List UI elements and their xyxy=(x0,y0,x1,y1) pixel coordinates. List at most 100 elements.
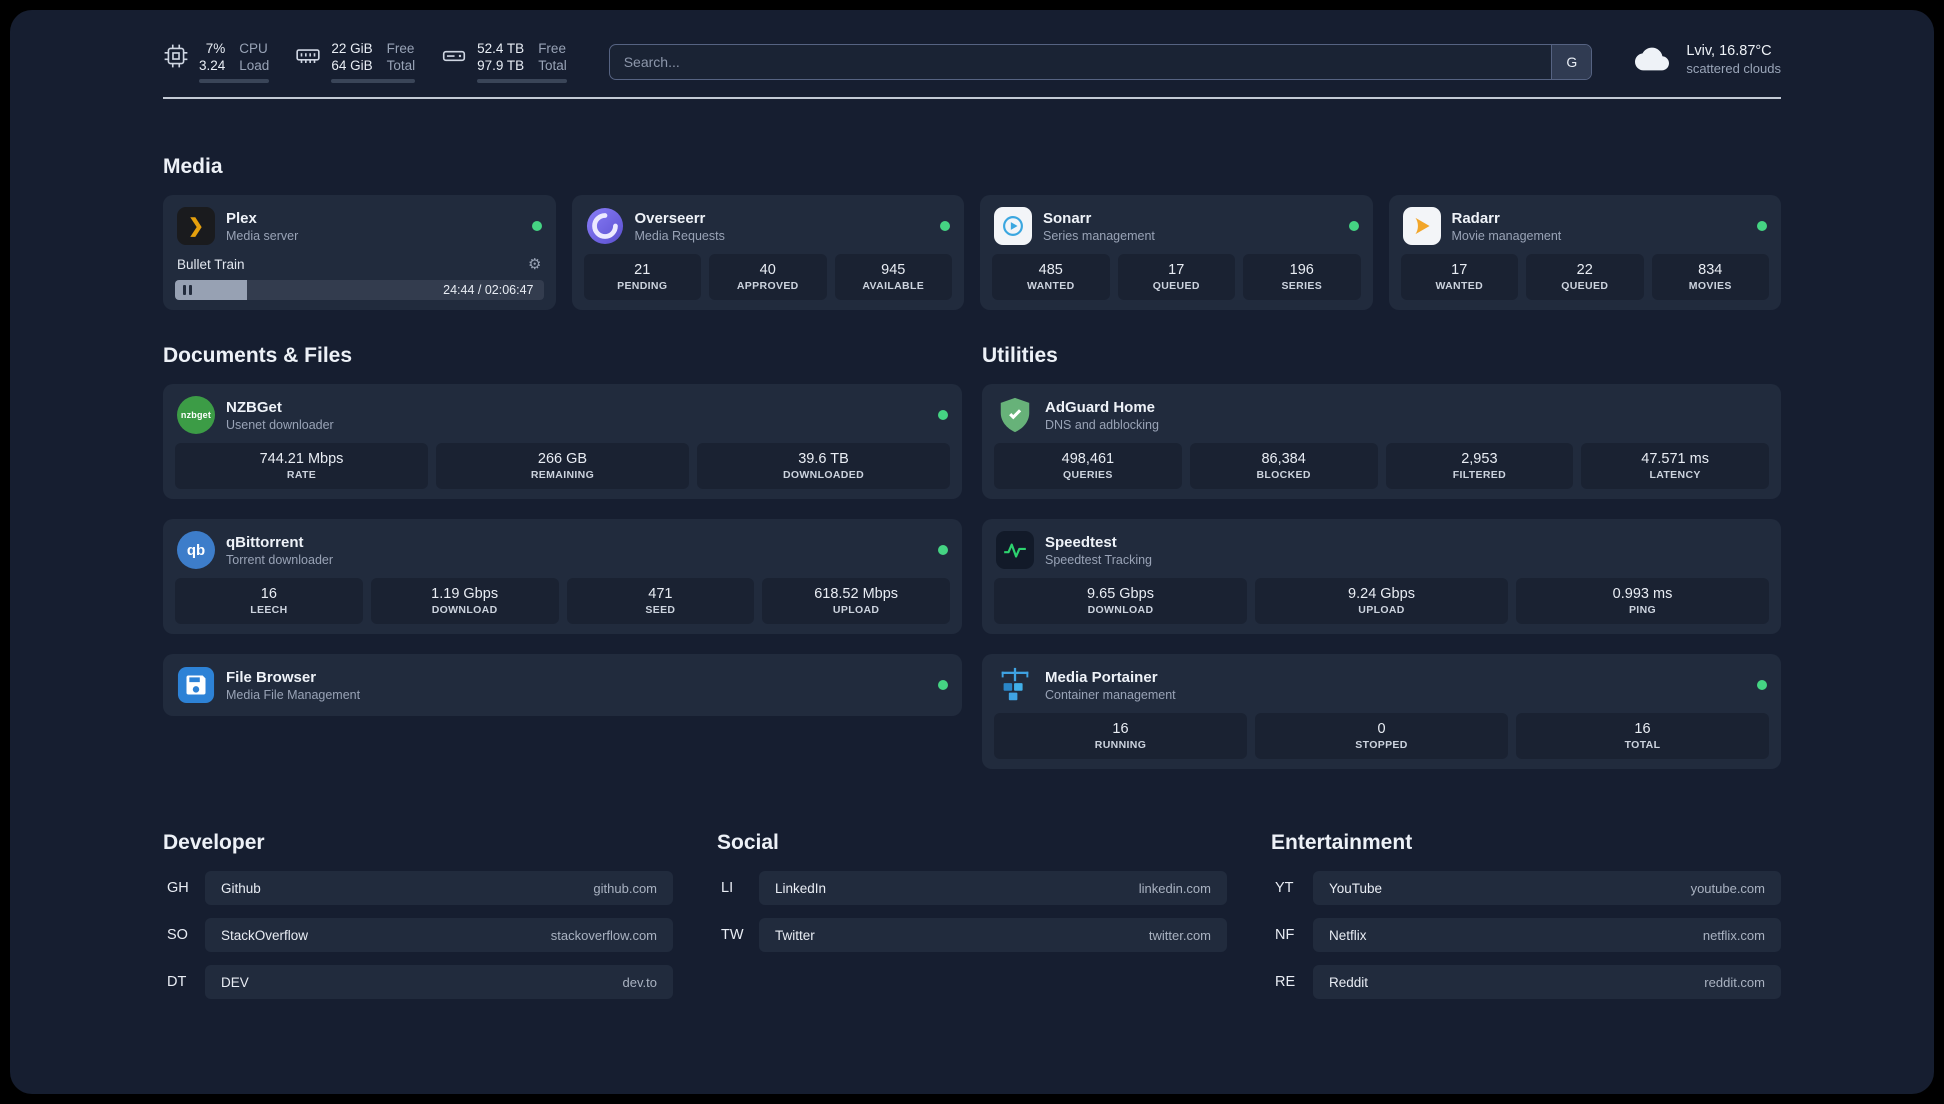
service-subtitle: Torrent downloader xyxy=(226,552,334,567)
bookmark-row: DT DEV dev.to xyxy=(163,965,673,999)
section-title-utilities: Utilities xyxy=(982,344,1058,367)
weather-widget: Lviv, 16.87°C scattered clouds xyxy=(1630,42,1781,76)
nzbget-card[interactable]: nzbget NZBGet Usenet downloader 744.21 M… xyxy=(163,384,962,499)
stat-tile: 1.19 Gbps DOWNLOAD xyxy=(370,578,559,624)
disk-total-label: Total xyxy=(538,58,567,73)
service-subtitle: DNS and adblocking xyxy=(1045,417,1159,432)
memory-free: 22 GiB xyxy=(331,41,373,56)
service-name: qBittorrent xyxy=(226,533,304,551)
qbittorrent-icon: qb xyxy=(177,531,215,569)
radarr-icon xyxy=(1402,207,1441,245)
cpu-percent: 7% xyxy=(205,41,226,56)
stat-tile: 834 MOVIES xyxy=(1651,254,1769,300)
status-dot xyxy=(1757,680,1767,690)
overseerr-icon xyxy=(586,207,624,245)
service-name: Overseerr xyxy=(634,209,706,227)
bookmark-abbr: NF xyxy=(1275,927,1295,943)
service-subtitle: Media Requests xyxy=(634,228,725,243)
stat-tile: 0 STOPPED xyxy=(1255,713,1508,759)
weather-condition: scattered clouds xyxy=(1686,61,1781,76)
bookmark-abbr: TW xyxy=(721,927,744,943)
header-divider xyxy=(163,97,1781,99)
bookmark-link-netflix[interactable]: Netflix netflix.com xyxy=(1313,918,1781,952)
stat-tile: 22 QUEUED xyxy=(1526,254,1644,300)
bookmarks-social: Social LI LinkedIn linkedin.com TW Twitt… xyxy=(717,831,1227,1012)
service-subtitle: Media File Management xyxy=(226,687,361,702)
stat-tile: 39.6 TB DOWNLOADED xyxy=(697,443,950,489)
top-bar: 7% CPU 3.24 Load 22 GiB Free 64 GiB Tota… xyxy=(163,40,1781,83)
portainer-crane-icon xyxy=(996,666,1034,704)
stat-tile: 945 AVAILABLE xyxy=(834,254,952,300)
bookmark-row: SO StackOverflow stackoverflow.com xyxy=(163,918,673,952)
bookmark-link-linkedin[interactable]: LinkedIn linkedin.com xyxy=(759,871,1227,905)
stat-tile: 498,461 QUERIES xyxy=(994,443,1182,489)
portainer-card[interactable]: Media Portainer Container management 16 R… xyxy=(982,654,1781,769)
service-subtitle: Movie management xyxy=(1451,228,1562,243)
section-title-entertainment: Entertainment xyxy=(1271,831,1413,854)
cloud-icon xyxy=(1630,42,1674,76)
search-input[interactable] xyxy=(609,45,1552,79)
filebrowser-card[interactable]: File Browser Media File Management xyxy=(163,654,962,716)
stat-tile: 2,953 FILTERED xyxy=(1385,443,1574,489)
status-dot xyxy=(938,680,948,690)
bookmark-abbr: GH xyxy=(167,880,189,896)
nzbget-icon: nzbget xyxy=(177,396,215,434)
gear-icon[interactable]: ⚙ xyxy=(528,255,541,273)
overseerr-card[interactable]: Overseerr Media Requests 21 PENDING 40 APP… xyxy=(571,195,964,310)
stat-tile: 86,384 BLOCKED xyxy=(1189,443,1378,489)
bookmark-link-github[interactable]: Github github.com xyxy=(205,871,673,905)
cpu-load: 3.24 xyxy=(199,58,226,73)
bookmark-row: YT YouTube youtube.com xyxy=(1271,871,1781,905)
search-engine-button[interactable]: G xyxy=(1551,45,1592,79)
bookmark-link-dev[interactable]: DEV dev.to xyxy=(205,965,673,999)
bookmark-abbr: DT xyxy=(167,974,187,990)
service-subtitle: Usenet downloader xyxy=(226,417,334,432)
sonarr-icon xyxy=(994,207,1032,245)
status-dot xyxy=(531,221,542,231)
search-box: G xyxy=(608,44,1593,80)
cpu-bar xyxy=(199,79,270,83)
service-subtitle: Speedtest Tracking xyxy=(1045,552,1153,567)
disk-free: 52.4 TB xyxy=(477,41,525,56)
memory-widget: 22 GiB Free 64 GiB Total xyxy=(295,40,416,83)
sonarr-card[interactable]: Sonarr Series management 485 WANTED 17 QUE… xyxy=(980,195,1373,310)
stat-tile: 9.24 Gbps UPLOAD xyxy=(1255,578,1508,624)
memory-free-label: Free xyxy=(386,41,415,56)
cpu-widget: 7% CPU 3.24 Load xyxy=(163,40,270,83)
stat-tile: 16 RUNNING xyxy=(994,713,1247,759)
stat-tile: 47.571 ms LATENCY xyxy=(1581,443,1769,489)
adguard-card[interactable]: AdGuard Home DNS and adblocking 498,461 Q… xyxy=(982,384,1781,499)
stat-tile: 618.52 Mbps UPLOAD xyxy=(762,578,950,624)
service-name: AdGuard Home xyxy=(1045,398,1156,416)
service-subtitle: Container management xyxy=(1045,687,1176,702)
bookmark-link-youtube[interactable]: YouTube youtube.com xyxy=(1313,871,1781,905)
bookmark-link-reddit[interactable]: Reddit reddit.com xyxy=(1313,965,1781,999)
stat-tile: 17 QUEUED xyxy=(1117,254,1235,300)
now-playing-title: Bullet Train xyxy=(177,256,245,272)
status-dot xyxy=(938,410,948,420)
status-dot xyxy=(938,545,948,555)
dashboard-panel: 7% CPU 3.24 Load 22 GiB Free 64 GiB Tota… xyxy=(10,10,1934,1094)
bookmarks-entertainment: Entertainment YT YouTube youtube.com NF … xyxy=(1271,831,1781,1012)
section-title-social: Social xyxy=(717,831,779,854)
qbittorrent-card[interactable]: qb qBittorrent Torrent downloader 16 LEEC… xyxy=(163,519,962,634)
section-title-developer: Developer xyxy=(163,831,265,854)
stat-tile: 485 WANTED xyxy=(992,254,1110,300)
playback-progress-bar[interactable]: 24:44 / 02:06:47 xyxy=(175,280,544,300)
service-name: File Browser xyxy=(226,668,317,686)
bookmark-link-twitter[interactable]: Twitter twitter.com xyxy=(759,918,1227,952)
service-subtitle: Series management xyxy=(1043,228,1155,243)
bookmark-link-stackoverflow[interactable]: StackOverflow stackoverflow.com xyxy=(205,918,673,952)
adguard-shield-icon xyxy=(996,396,1034,434)
radarr-card[interactable]: Radarr Movie management 17 WANTED 22 QUEUE… xyxy=(1388,195,1781,310)
plex-card[interactable]: ❯ Plex Media server Bullet Train ⚙ 24:44… xyxy=(163,195,556,310)
pause-icon[interactable] xyxy=(183,285,192,295)
section-title-media: Media xyxy=(163,155,223,178)
memory-bar xyxy=(331,79,416,83)
stat-tile: 744.21 Mbps RATE xyxy=(175,443,428,489)
speedtest-card[interactable]: Speedtest Speedtest Tracking 9.65 Gbps DO… xyxy=(982,519,1781,634)
media-grid: ❯ Plex Media server Bullet Train ⚙ 24:44… xyxy=(163,195,1781,310)
bookmark-abbr: YT xyxy=(1275,880,1294,896)
cpu-load-label: Load xyxy=(239,58,270,73)
stat-tile: 21 PENDING xyxy=(583,254,701,300)
